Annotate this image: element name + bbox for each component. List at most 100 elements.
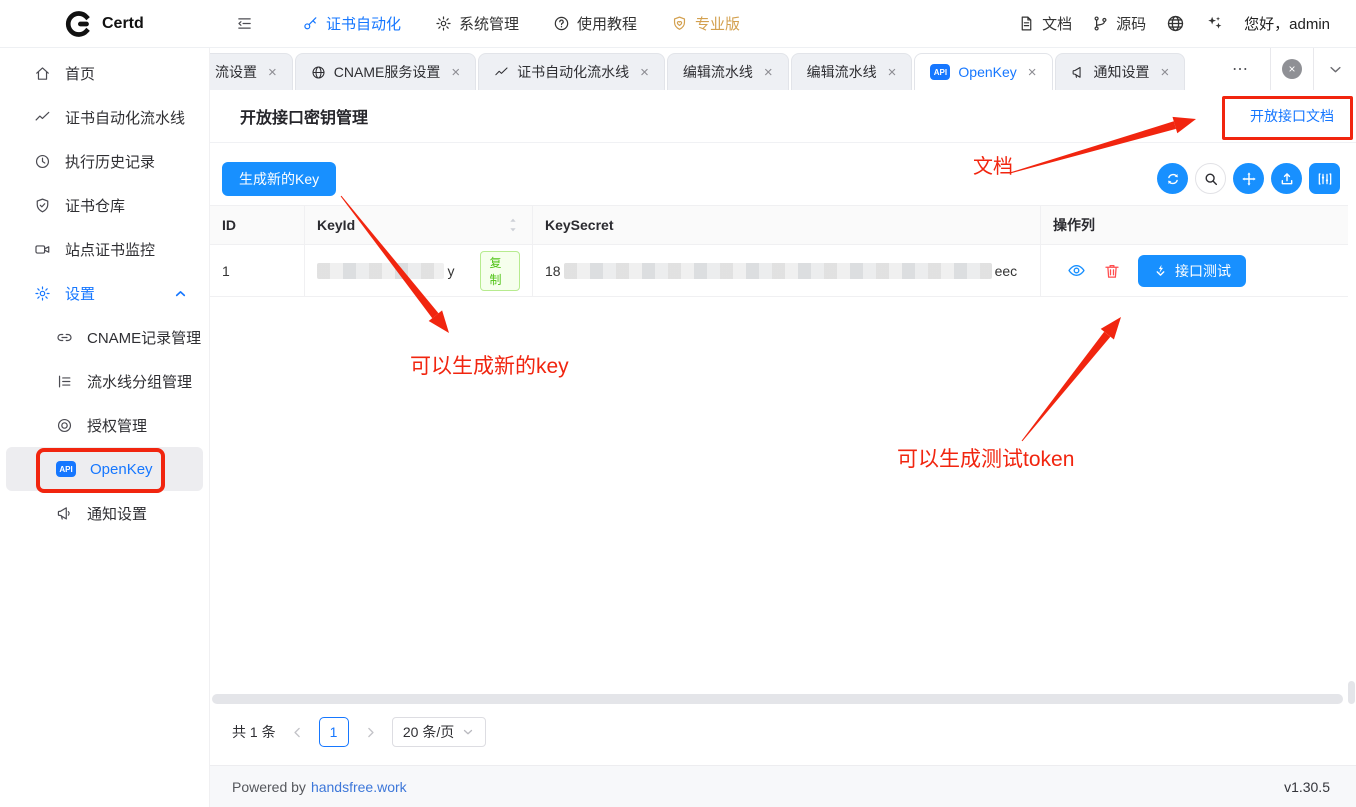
sidebar-item-cert-store[interactable]: 证书仓库 [0,183,209,227]
close-icon[interactable]: × [888,64,897,81]
sidebar-item-settings[interactable]: 设置 [0,271,209,315]
question-circle-icon [553,15,570,32]
handsfree-link[interactable]: handsfree.work [311,779,407,795]
tab-openkey[interactable]: API OpenKey × [914,53,1052,90]
camera-icon [34,241,51,258]
page-header: 开放接口密钥管理 开放接口文档 [210,90,1356,143]
close-icon[interactable]: × [268,64,277,81]
language-globe-icon[interactable] [1166,14,1185,33]
tab-dropdown-button[interactable] [1313,48,1356,90]
sidebar-sub-cname-records[interactable]: CNAME记录管理 [6,315,203,359]
sidebar-item-pipelines[interactable]: 证书自动化流水线 [0,95,209,139]
nav-system-manage[interactable]: 系统管理 [422,0,532,48]
top-right-group: 文档 源码 您好，admin [1018,13,1330,34]
chevron-left-icon [291,726,304,739]
menu-fold-icon[interactable] [236,15,253,32]
col-header-keyid[interactable]: KeyId [304,206,532,244]
columns-setting-button[interactable] [1309,163,1340,194]
gear-icon [435,15,452,32]
pipeline-icon [34,109,51,126]
compact-button[interactable] [1233,163,1264,194]
close-icon[interactable]: × [764,64,773,81]
openkey-table: ID KeyId KeySecret 操作列 1 y 复制 18 [210,205,1348,297]
sidebar-item-home[interactable]: 首页 [0,51,209,95]
vertical-scrollbar[interactable] [1348,681,1355,704]
user-greeting[interactable]: 您好，admin [1244,13,1330,34]
git-branch-icon [1092,15,1109,32]
delete-button[interactable] [1103,262,1121,280]
top-nav: 证书自动化 系统管理 使用教程 专业版 [289,0,753,48]
api-badge-icon: API [930,64,950,80]
tab-edit-pipeline-2[interactable]: 编辑流水线 × [791,53,913,90]
secret-prefix: 18 [545,263,561,279]
sidebar-item-site-monitor[interactable]: 站点证书监控 [0,227,209,271]
tab-controls: ⋯ × [1212,48,1356,90]
search-button[interactable] [1195,163,1226,194]
open-api-doc-link[interactable]: 开放接口文档 [1250,106,1334,126]
document-icon [1018,15,1035,32]
top-source-link[interactable]: 源码 [1092,13,1146,34]
top-bar: Certd 证书自动化 系统管理 使用教程 专 [0,0,1356,48]
page-size-select[interactable]: 20 条/页 [392,717,486,747]
keyid-masked-value [317,263,444,279]
powered-by-text: Powered by [232,779,306,795]
tab-cert-pipelines[interactable]: 证书自动化流水线 × [478,53,665,90]
megaphone-icon [1071,65,1086,80]
tab-notify-settings[interactable]: 通知设置 × [1055,53,1186,90]
trash-icon [1103,262,1121,280]
test-bolt-icon [1153,263,1168,278]
tab-close-all-button[interactable]: × [1270,48,1313,90]
arrows-plus-icon [1241,171,1257,187]
key-icon [302,15,319,32]
sidebar-sub-auth-manage[interactable]: 授权管理 [6,403,203,447]
tab-bar: 流设置 × CNAME服务设置 × 证书自动化流水线 × 编辑流水线 × 编辑流… [210,48,1356,90]
globe-icon [311,65,326,80]
prev-page-button[interactable] [291,726,304,739]
tab-more-icon[interactable]: ⋯ [1212,59,1270,79]
sidebar-sub-pipeline-groups[interactable]: 流水线分组管理 [6,359,203,403]
nav-tutorial[interactable]: 使用教程 [540,0,650,48]
export-icon [1279,171,1295,187]
sidebar-item-history[interactable]: 执行历史记录 [0,139,209,183]
export-button[interactable] [1271,163,1302,194]
tab-cname-service[interactable]: CNAME服务设置 × [295,53,476,90]
cert-shield-icon [34,197,51,214]
refresh-button[interactable] [1157,163,1188,194]
sort-icon[interactable] [506,217,520,233]
horizontal-scrollbar[interactable] [212,694,1343,704]
sidebar-sub-notify-settings[interactable]: 通知设置 [6,491,203,535]
cell-operations: 接口测试 [1040,245,1348,296]
app-logo[interactable]: Certd [64,10,214,38]
nav-pro-version[interactable]: 专业版 [658,0,753,48]
generate-key-button[interactable]: 生成新的Key [222,162,336,196]
top-docs-link[interactable]: 文档 [1018,13,1072,34]
history-icon [34,153,51,170]
close-icon[interactable]: × [451,64,460,81]
next-page-button[interactable] [364,726,377,739]
eye-icon [1067,261,1086,280]
close-icon[interactable]: × [640,64,649,81]
col-header-keysecret: KeySecret [532,206,1040,244]
view-button[interactable] [1067,261,1086,280]
sparkles-icon[interactable] [1205,14,1224,33]
tab-edit-pipeline-1[interactable]: 编辑流水线 × [667,53,789,90]
sidebar: 首页 证书自动化流水线 执行历史记录 证书仓库 站点证书监控 设置 [0,48,210,807]
close-icon[interactable]: × [1161,64,1170,81]
nav-cert-automation[interactable]: 证书自动化 [289,0,414,48]
col-header-id: ID [210,217,304,233]
chevron-down-icon [1328,62,1343,77]
table-header: ID KeyId KeySecret 操作列 [210,205,1348,245]
search-icon [1203,171,1219,187]
close-icon[interactable]: × [1028,64,1037,81]
certd-logo-icon [64,10,92,38]
copy-button[interactable]: 复制 [480,251,520,291]
col-header-ops: 操作列 [1040,206,1348,244]
page-number-1[interactable]: 1 [319,717,349,747]
refresh-icon [1165,171,1181,187]
cell-keysecret: 18 eec [532,245,1040,296]
sidebar-sub-openkey[interactable]: API OpenKey [6,447,203,491]
close-circle-icon: × [1282,59,1302,79]
footer: Powered by handsfree.work v1.30.5 [210,765,1356,807]
tab-stream-settings[interactable]: 流设置 × [210,53,293,90]
api-test-button[interactable]: 接口测试 [1138,255,1246,287]
